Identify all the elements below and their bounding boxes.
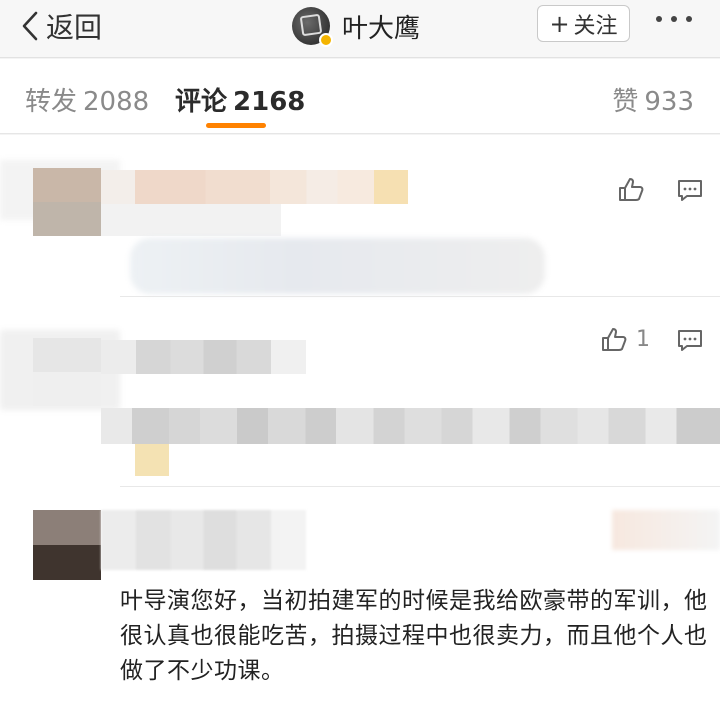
top-nav-bar: 返回 叶大鹰 + 关注: [0, 0, 720, 58]
plus-icon: +: [549, 9, 570, 38]
reply-button[interactable]: [676, 327, 704, 355]
active-tab-indicator: [206, 123, 266, 128]
back-button[interactable]: 返回: [20, 6, 102, 46]
tab-comment[interactable]: 评论 2168: [175, 81, 305, 118]
back-label: 返回: [46, 11, 103, 44]
blurred-username: [101, 340, 306, 374]
avatar: [33, 510, 101, 580]
divider: [120, 486, 720, 487]
blurred-timestamp: [101, 204, 281, 236]
divider: [120, 296, 720, 297]
reply-button[interactable]: [676, 177, 704, 205]
comment-icon: [678, 330, 702, 351]
tab-like-count: 933: [644, 87, 694, 117]
dot: [656, 16, 662, 22]
like-button[interactable]: [617, 175, 645, 203]
profile-header[interactable]: 叶大鹰: [292, 4, 420, 48]
chevron-left-icon: [22, 11, 38, 41]
follow-button[interactable]: + 关注: [537, 5, 630, 42]
tab-repost-label: 转发: [25, 87, 78, 117]
thumbs-up-icon: [602, 328, 627, 351]
verified-badge-icon: [319, 33, 333, 47]
tab-like-label: 赞: [612, 87, 639, 117]
tab-repost-count: 2088: [83, 87, 150, 117]
avatar-logo-icon: [299, 13, 323, 37]
blurred-username: [101, 170, 408, 204]
tab-comment-count: 2168: [233, 87, 306, 117]
follow-label: 关注: [573, 13, 618, 39]
username[interactable]: 叶大鹰: [342, 8, 420, 45]
like-count: 1: [636, 326, 650, 352]
tab-comment-label: 评论: [175, 87, 228, 117]
avatar[interactable]: [292, 7, 333, 47]
comment-icon: [678, 180, 702, 201]
tab-repost[interactable]: 转发 2088: [25, 81, 149, 118]
dot: [671, 16, 677, 22]
avatar: [33, 338, 101, 406]
blurred-badge: [612, 510, 720, 550]
comment-text: 叶导演您好，当初拍建军的时候是我给欧豪带的军训，他很认真也很能吃苦，拍摄过程中也…: [120, 588, 708, 684]
more-dots-icon[interactable]: [656, 16, 692, 22]
blurred-username: [101, 510, 306, 570]
thumbs-up-icon: [619, 178, 644, 201]
dot: [686, 16, 692, 22]
blurred-comment-text: [130, 238, 545, 294]
blurred-comment-text: [101, 408, 720, 444]
blurred-emoji: [135, 444, 169, 476]
tab-bar: 转发 2088 评论 2168 赞 933: [0, 59, 720, 134]
like-button[interactable]: 1: [600, 325, 650, 353]
tab-like[interactable]: 赞 933: [612, 81, 694, 118]
avatar: [33, 168, 101, 236]
